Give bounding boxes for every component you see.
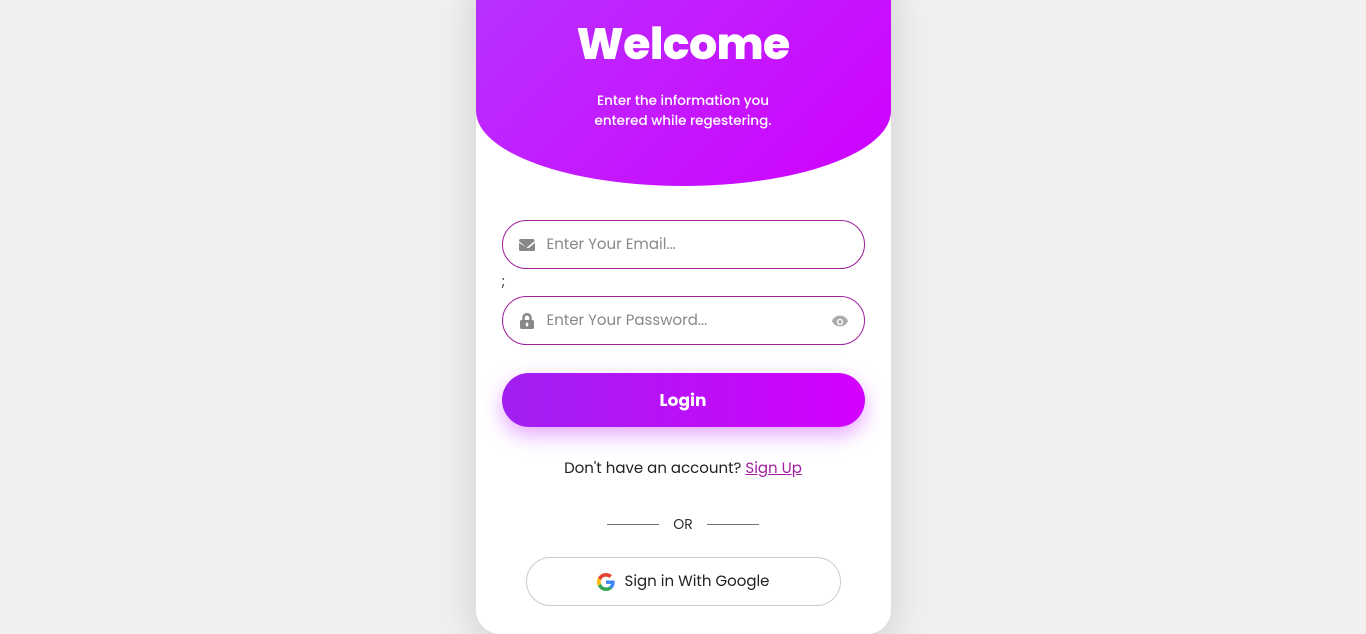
email-field[interactable] [502,220,865,269]
envelope-icon [518,236,536,254]
welcome-title: Welcome [506,12,861,77]
eye-icon[interactable] [831,312,849,330]
card-header: Welcome Enter the information you entere… [476,0,891,186]
email-group [502,220,865,269]
google-signin-button[interactable]: Sign in With Google [526,557,841,606]
divider-line-right [707,524,759,525]
google-icon [597,573,615,591]
welcome-subtitle: Enter the information you entered while … [578,91,788,132]
google-label: Sign in With Google [625,570,770,593]
password-field[interactable] [502,296,865,345]
signup-line: Don't have an account? Sign Up [502,457,865,480]
login-card: Welcome Enter the information you entere… [476,0,891,634]
signup-link[interactable]: Sign Up [745,458,802,479]
divider-line-left [607,524,659,525]
divider-label: OR [673,514,693,535]
lock-icon [518,312,536,330]
password-group [502,296,865,345]
signup-prompt: Don't have an account? [564,458,745,479]
form-area: ; Login Don't have an account? Sign Up [476,186,891,634]
login-button[interactable]: Login [502,373,865,427]
stray-semicolon: ; [502,271,865,292]
or-divider: OR [502,514,865,535]
